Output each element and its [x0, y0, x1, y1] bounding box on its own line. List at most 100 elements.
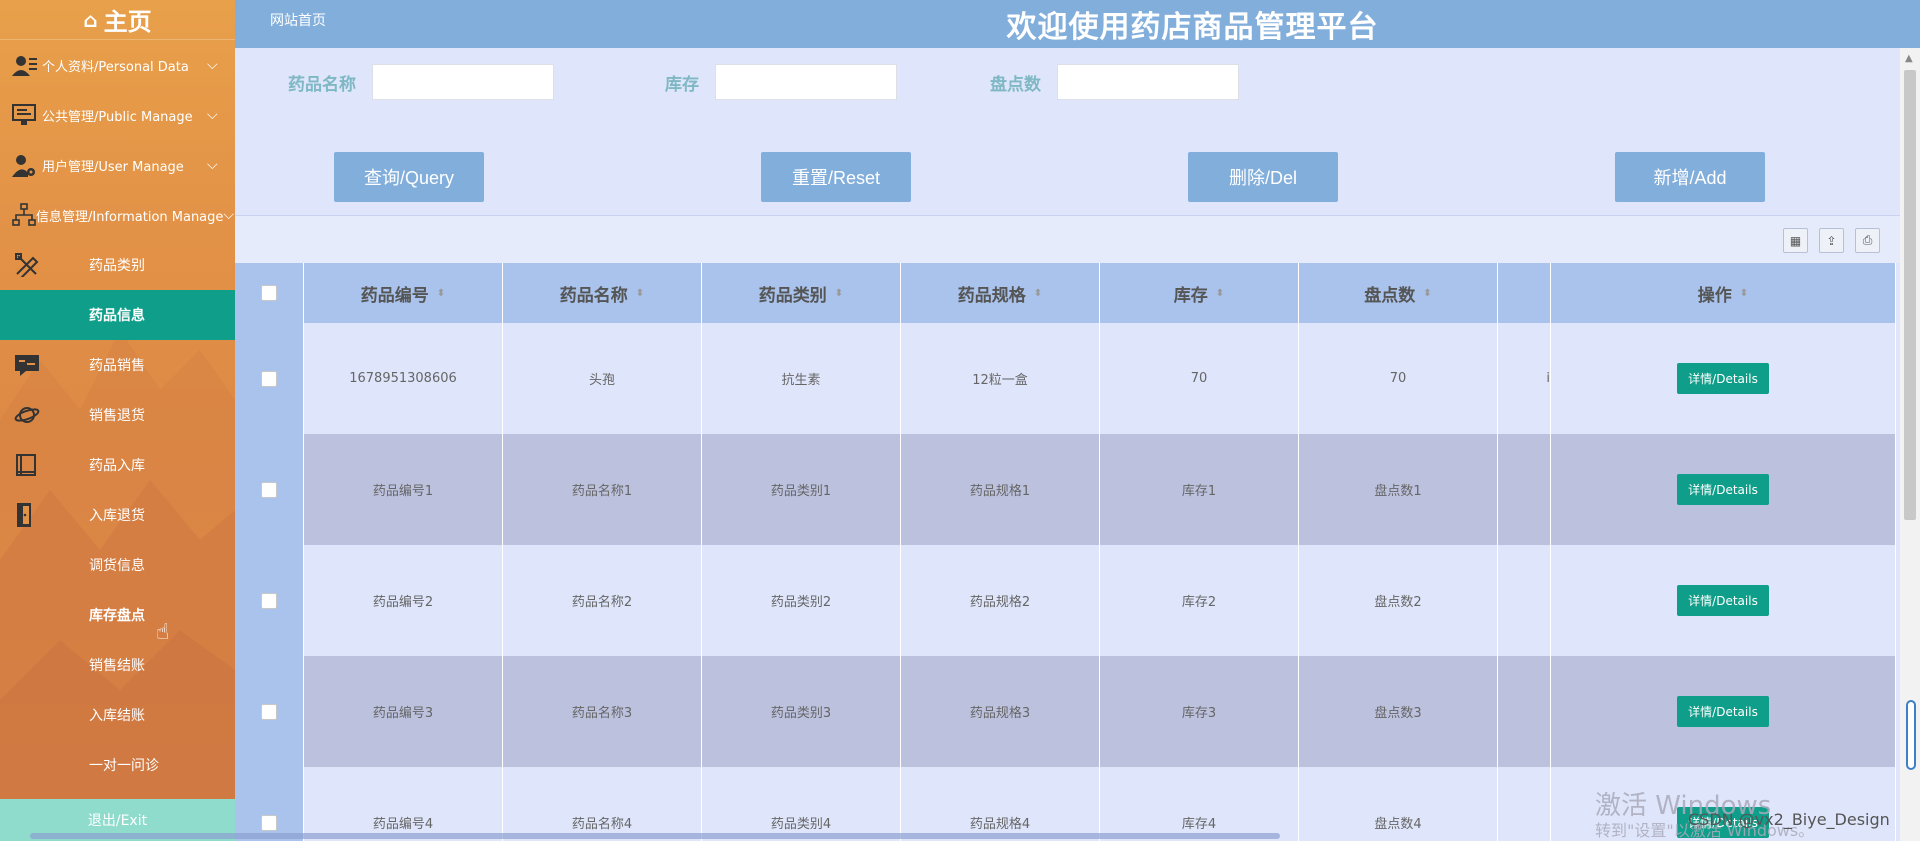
sidebar-item-transfer-info[interactable]: 调货信息: [0, 540, 235, 590]
sidebar-group-label: 个人资料/Personal Data: [42, 59, 189, 75]
sidebar-item-stock-return[interactable]: 入库退货: [0, 490, 235, 540]
scrollbar-thumb[interactable]: [1904, 70, 1916, 520]
sort-icon: ⬍: [834, 287, 844, 299]
sidebar-group-label: 信息管理/Information Manage: [36, 209, 224, 225]
column-header[interactable]: 药品名称 ⬍: [503, 263, 702, 323]
table-cell: 药品类别1: [702, 434, 901, 545]
column-header-label: 药品编号: [360, 285, 429, 306]
search-panel: 药品名称 库存 盘点数 查询/Query 重置/Reset 删除/Del 新增/…: [235, 48, 1895, 215]
table-cell: [1498, 545, 1551, 656]
details-button[interactable]: 详情/Details: [1677, 696, 1769, 727]
actions-cell: 详情/Details: [1551, 323, 1896, 434]
select-all-checkbox[interactable]: [261, 285, 277, 301]
table-row: 药品编号2 药品名称2 药品类别2 药品规格2 库存2 盘点数2 详情/Deta…: [235, 545, 1900, 656]
sidebar-item-drug-sales[interactable]: 药品销售: [0, 340, 235, 390]
column-header[interactable]: 药品规格 ⬍: [901, 263, 1100, 323]
drug-name-field: 药品名称: [288, 64, 554, 100]
sidebar-group-public[interactable]: 公共管理/Public Manage ⌵: [0, 90, 235, 140]
reset-button[interactable]: 重置/Reset: [761, 152, 911, 202]
table-cell: 药品名称3: [503, 656, 702, 767]
row-checkbox-cell: [235, 323, 304, 434]
sidebar-item-label: 药品销售: [89, 358, 145, 374]
stock-input[interactable]: [715, 64, 897, 100]
sidebar-item-label: 入库结账: [89, 708, 145, 724]
column-filter-icon[interactable]: ▦: [1783, 228, 1808, 253]
actions-cell: 详情/Details: [1551, 545, 1896, 656]
planet-icon: [0, 404, 55, 426]
row-checkbox[interactable]: [261, 481, 277, 498]
inventory-count-label: 盘点数: [990, 74, 1041, 95]
sidebar-item-label: 入库退货: [89, 508, 145, 524]
actions-cell: 详情/Details: [1551, 656, 1896, 767]
sidebar-item-drug-info[interactable]: 药品信息: [0, 290, 235, 340]
sidebar-group-user[interactable]: 用户管理/User Manage ⌵: [0, 140, 235, 190]
details-button[interactable]: 详情/Details: [1677, 585, 1769, 616]
home-icon: ⌂: [83, 7, 98, 32]
export-icon[interactable]: ⇪: [1819, 228, 1844, 253]
horizontal-scrollbar[interactable]: [30, 833, 1280, 839]
table-cell: 药品规格3: [901, 656, 1100, 767]
table-cell: 70: [1299, 323, 1498, 434]
sidebar-group-label: 公共管理/Public Manage: [42, 109, 193, 125]
drug-name-label: 药品名称: [288, 74, 356, 95]
scroll-up-icon[interactable]: ▲: [1905, 53, 1913, 64]
chevron-down-icon: ⌵: [223, 207, 235, 223]
header-checkbox-cell: [235, 263, 304, 323]
sidebar-home[interactable]: ⌂ 主页: [0, 0, 235, 40]
column-header[interactable]: 药品编号 ⬍: [304, 263, 503, 323]
table-cell: 药品编号4: [304, 767, 503, 841]
add-button[interactable]: 新增/Add: [1615, 152, 1765, 202]
row-checkbox[interactable]: [261, 703, 277, 720]
sidebar: ⌂ 主页 个人资料/Personal Data ⌵ 公共管理/Public Ma…: [0, 0, 235, 841]
data-table: 药品编号 ⬍ 药品名称 ⬍ 药品类别 ⬍ 药品规格 ⬍ 库存 ⬍ 盘点数 ⬍ 操作 ⬍ 167…: [235, 263, 1900, 841]
hand-cursor-icon: ☝: [156, 620, 170, 645]
table-row: 药品编号3 药品名称3 药品类别3 药品规格3 库存3 盘点数3 详情/Deta…: [235, 656, 1900, 767]
sidebar-item-label: 销售结账: [89, 658, 145, 674]
sidebar-item-sales-return[interactable]: 销售退货: [0, 390, 235, 440]
table-cell: 抗生素: [702, 323, 901, 434]
table-cell: 盘点数1: [1299, 434, 1498, 545]
table-toolbar: ▦ ⇪ ⎙: [235, 215, 1900, 263]
csdn-watermark: CSDN @vx2_Biye_Design: [1688, 810, 1890, 829]
drug-name-input[interactable]: [372, 64, 554, 100]
table-cell: 药品名称4: [503, 767, 702, 841]
row-checkbox[interactable]: [261, 814, 277, 831]
column-header[interactable]: 操作 ⬍: [1551, 263, 1896, 323]
column-header[interactable]: 药品类别 ⬍: [702, 263, 901, 323]
stock-field: 库存: [665, 64, 897, 100]
table-cell: [1498, 434, 1551, 545]
table-cell: 药品类别2: [702, 545, 901, 656]
query-button[interactable]: 查询/Query: [334, 152, 484, 202]
print-icon[interactable]: ⎙: [1855, 228, 1880, 253]
table-cell: 盘点数4: [1299, 767, 1498, 841]
table-cell: 库存2: [1100, 545, 1299, 656]
top-header: 网站首页 欢迎使用药店商品管理平台: [235, 0, 1920, 48]
column-header[interactable]: 盘点数 ⬍: [1299, 263, 1498, 323]
monitor-icon: [12, 104, 42, 126]
column-header[interactable]: 库存 ⬍: [1100, 263, 1299, 323]
inventory-count-input[interactable]: [1057, 64, 1239, 100]
row-checkbox-cell: [235, 656, 304, 767]
sidebar-group-personal[interactable]: 个人资料/Personal Data ⌵: [0, 40, 235, 90]
sort-icon: ⬍: [1033, 287, 1043, 299]
sidebar-group-information[interactable]: 信息管理/Information Manage ⌵: [0, 190, 235, 240]
details-button[interactable]: 详情/Details: [1677, 363, 1769, 394]
column-header-label: 操作: [1697, 285, 1732, 306]
table-cell: 盘点数3: [1299, 656, 1498, 767]
sidebar-item-sales-settlement[interactable]: 销售结账: [0, 640, 235, 690]
sidebar-item-stock-settlement[interactable]: 入库结账: [0, 690, 235, 740]
sidebar-item-inventory-check[interactable]: 库存盘点: [0, 590, 235, 640]
chevron-down-icon: ⌵: [207, 57, 218, 73]
door-icon: [0, 502, 55, 528]
table-cell: 库存4: [1100, 767, 1299, 841]
details-button[interactable]: 详情/Details: [1677, 474, 1769, 505]
chevron-down-icon: ⌵: [207, 107, 218, 123]
table-cell: 药品规格1: [901, 434, 1100, 545]
delete-button[interactable]: 删除/Del: [1188, 152, 1338, 202]
sidebar-item-drug-category[interactable]: 药品类别: [0, 240, 235, 290]
sidebar-item-drug-stock-in[interactable]: 药品入库: [0, 440, 235, 490]
row-checkbox[interactable]: [261, 592, 277, 609]
table-cell: 药品类别3: [702, 656, 901, 767]
sidebar-item-consultation[interactable]: 一对一问诊: [0, 740, 235, 790]
row-checkbox[interactable]: [261, 370, 277, 387]
